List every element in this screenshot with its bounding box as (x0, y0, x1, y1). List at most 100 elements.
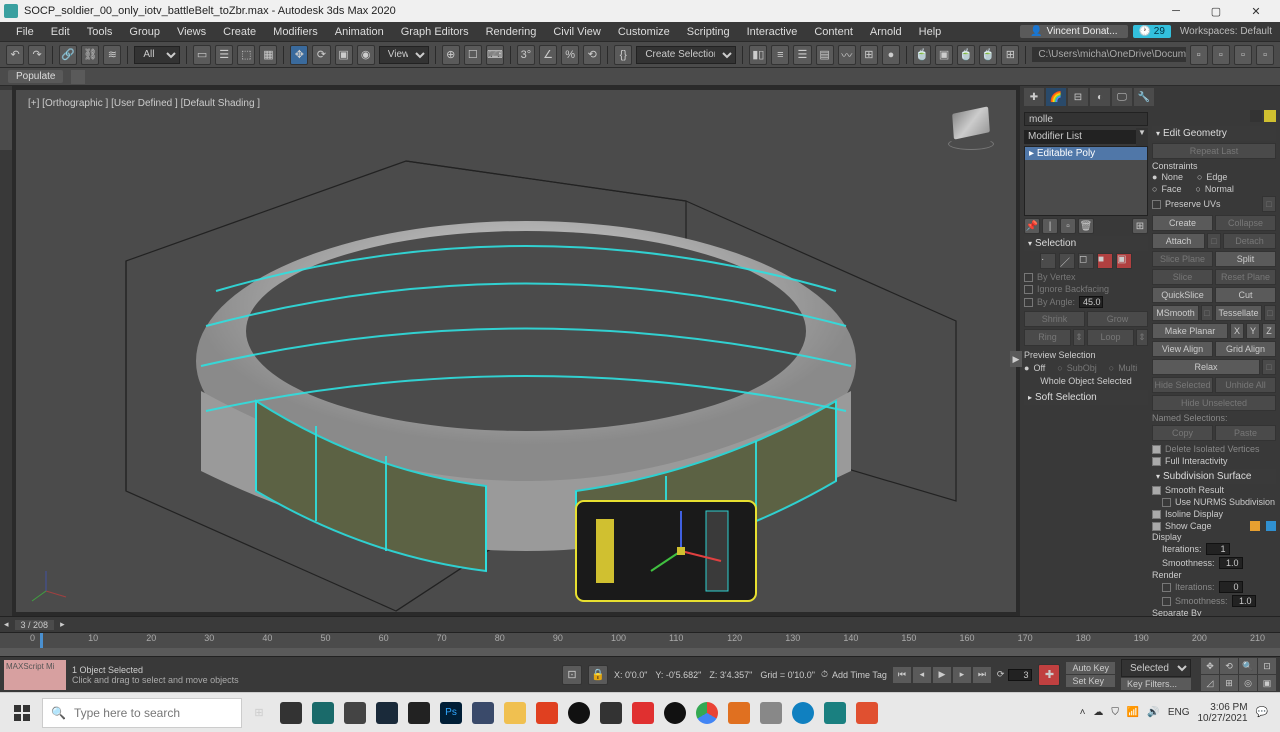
placement-button[interactable]: ◉ (357, 45, 375, 65)
redo-button[interactable]: ↷ (28, 45, 46, 65)
taskbar-app-8[interactable] (756, 697, 786, 729)
taskbar-edge[interactable] (788, 697, 818, 729)
select-object-button[interactable]: ▭ (193, 45, 211, 65)
manipulate-button[interactable]: ☐ (464, 45, 482, 65)
spinner-snap[interactable]: ⟲ (583, 45, 601, 65)
task-view-button[interactable]: ⊞ (244, 697, 274, 729)
edit-named-sel[interactable]: {} (614, 45, 632, 65)
planar-x[interactable]: X (1230, 323, 1244, 339)
show-end-result-icon[interactable]: | (1042, 218, 1058, 234)
relax-button[interactable]: Relax (1152, 359, 1260, 375)
quickslice-button[interactable]: QuickSlice (1152, 287, 1213, 303)
ring-button[interactable]: Ring (1024, 329, 1071, 346)
zoom-all-button[interactable]: ⊞ (1220, 675, 1238, 691)
subobj-element[interactable]: ▣ (1116, 253, 1132, 269)
pan-view-button[interactable]: ✥ (1201, 658, 1219, 674)
modifier-list-dropdown[interactable]: Modifier List (1024, 130, 1136, 144)
scene-explorer-tab[interactable] (0, 90, 12, 150)
menu-tools[interactable]: Tools (79, 24, 121, 40)
toggle-ribbon-button[interactable]: ▤ (816, 45, 834, 65)
tessellate-button[interactable]: Tessellate (1215, 305, 1262, 321)
project-btn3[interactable]: ▫ (1234, 45, 1252, 65)
orbit-subobj-button[interactable]: ◎ (1239, 675, 1257, 691)
menu-civilview[interactable]: Civil View (545, 24, 608, 40)
modify-tab[interactable]: 🌈 (1046, 88, 1066, 106)
ref-coord-system[interactable]: View (379, 46, 429, 64)
full-interactivity-check[interactable]: Full Interactivity (1165, 456, 1228, 466)
constraint-face[interactable]: Face (1161, 184, 1181, 194)
configure-sets-icon[interactable]: ⊞ (1132, 218, 1148, 234)
display-smoothness[interactable]: 1.0 (1219, 557, 1243, 569)
tray-volume-icon[interactable]: 🔊 (1147, 707, 1159, 718)
taskbar-app-4[interactable] (404, 697, 434, 729)
constraint-none[interactable]: None (1161, 172, 1183, 182)
add-time-tag[interactable]: Add Time Tag (832, 670, 887, 680)
tray-notifications-icon[interactable]: 💬 (1256, 707, 1268, 718)
by-vertex-check[interactable]: By Vertex (1037, 272, 1076, 282)
undo-button[interactable]: ↶ (6, 45, 24, 65)
render-setup-button[interactable]: 🍵 (913, 45, 931, 65)
angle-snap[interactable]: ∠ (539, 45, 557, 65)
schematic-view-button[interactable]: ⊞ (860, 45, 878, 65)
license-badge[interactable]: 🕐 29 (1133, 25, 1171, 38)
project-path[interactable]: C:\Users\micha\OneDrive\Documents\3ds Ma… (1032, 47, 1185, 62)
subobj-polygon[interactable]: ■ (1097, 253, 1113, 269)
viewcube[interactable] (946, 110, 996, 150)
taskbar-unreal[interactable] (564, 697, 594, 729)
scale-button[interactable]: ▣ (335, 45, 353, 65)
window-crossing-button[interactable]: ▦ (259, 45, 277, 65)
menu-create[interactable]: Create (215, 24, 264, 40)
select-name-button[interactable]: ☰ (215, 45, 233, 65)
object-name-field[interactable] (1024, 112, 1148, 126)
slice-plane-button[interactable]: Slice Plane (1152, 251, 1213, 267)
soft-selection-rollup[interactable]: ▸Soft Selection (1024, 390, 1148, 405)
attach-button[interactable]: Attach (1152, 233, 1205, 249)
workspace-selector[interactable]: Workspaces: Default (1180, 26, 1272, 37)
scene-explorer-button[interactable]: ⊞ (1001, 45, 1019, 65)
current-frame-field[interactable]: 3 (1008, 669, 1032, 681)
time-slider[interactable]: ◂ 3 / 208 ▸ (0, 616, 1280, 632)
menu-modifiers[interactable]: Modifiers (265, 24, 326, 40)
set-key-big-button[interactable]: ✚ (1038, 664, 1060, 686)
shrink-button[interactable]: Shrink (1024, 311, 1085, 327)
mirror-button[interactable]: ▮▯ (749, 45, 767, 65)
hide-unselected-button[interactable]: Hide Unselected (1152, 395, 1276, 411)
menu-views[interactable]: Views (169, 24, 214, 40)
loop-button[interactable]: Loop (1087, 329, 1134, 346)
taskbar-unreal2[interactable] (660, 697, 690, 729)
coord-y[interactable]: Y: -0'5.682" (655, 670, 701, 680)
project-btn4[interactable]: ▫ (1256, 45, 1274, 65)
taskbar-app-9[interactable] (852, 697, 882, 729)
menu-help[interactable]: Help (911, 24, 950, 40)
smooth-result-check[interactable]: Smooth Result (1165, 485, 1224, 495)
coord-z[interactable]: Z: 3'4.357" (709, 670, 752, 680)
taskbar-app-6[interactable] (596, 697, 626, 729)
repeat-last-button[interactable]: Repeat Last (1152, 143, 1276, 159)
create-tab[interactable]: ✚ (1024, 88, 1044, 106)
viewport[interactable]: [+] [Orthographic ] [User Defined ] [Def… (16, 90, 1016, 612)
subobj-edge[interactable]: ／ (1059, 253, 1075, 269)
named-selection-set[interactable]: Create Selection Se (636, 46, 736, 64)
show-cage-check[interactable]: Show Cage (1165, 521, 1212, 531)
maxscript-listener[interactable]: MAXScript Mi (4, 660, 66, 690)
view-align-button[interactable]: View Align (1152, 341, 1213, 357)
menu-content[interactable]: Content (806, 24, 861, 40)
project-btn2[interactable]: ▫ (1212, 45, 1230, 65)
keyboard-shortcut-button[interactable]: ⌨ (486, 45, 504, 65)
tray-security-icon[interactable]: ⛉ (1111, 707, 1119, 718)
unlink-button[interactable]: ⛓ (81, 45, 99, 65)
tray-language[interactable]: ENG (1168, 707, 1190, 718)
display-tab[interactable]: 🖵 (1112, 88, 1132, 106)
play-button[interactable]: ▶ (933, 667, 951, 683)
paste-button[interactable]: Paste (1215, 425, 1276, 441)
reset-plane-button[interactable]: Reset Plane (1215, 269, 1276, 285)
coord-x[interactable]: X: 0'0.0" (614, 670, 647, 680)
taskbar-steam[interactable] (372, 697, 402, 729)
isoline-check[interactable]: Isoline Display (1165, 509, 1223, 519)
system-clock[interactable]: 3:06 PM10/27/2021 (1197, 702, 1247, 724)
create-button[interactable]: Create (1152, 215, 1213, 231)
user-account[interactable]: 👤Vincent Donat... (1020, 25, 1127, 38)
set-key-button[interactable]: Set Key (1066, 675, 1115, 687)
menu-arnold[interactable]: Arnold (862, 24, 910, 40)
move-button[interactable]: ✥ (290, 45, 308, 65)
